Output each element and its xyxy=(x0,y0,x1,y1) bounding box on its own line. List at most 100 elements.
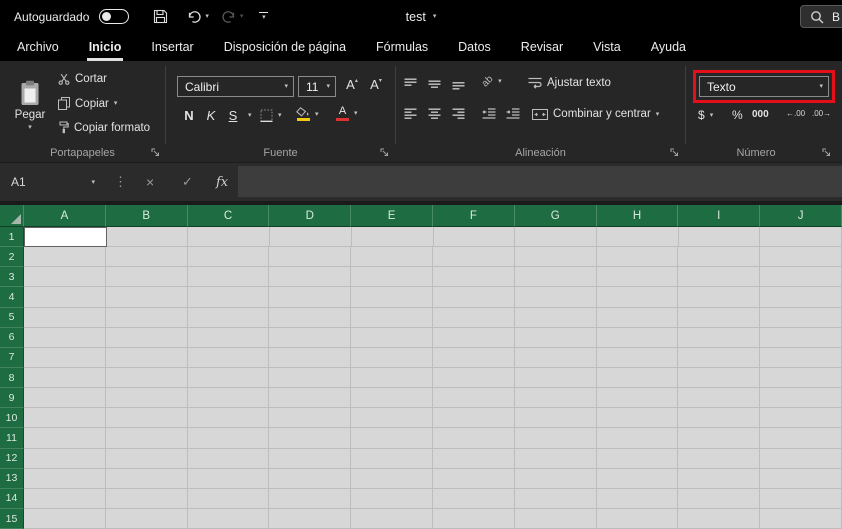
row-header-10[interactable]: 10 xyxy=(0,408,24,429)
cell-I8[interactable] xyxy=(678,367,761,389)
enter-button[interactable]: ✓ xyxy=(182,163,193,201)
cell-A3[interactable] xyxy=(24,267,106,288)
cell-I9[interactable] xyxy=(678,388,761,409)
column-header-E[interactable]: E xyxy=(351,205,433,227)
cell-C3[interactable] xyxy=(187,267,270,288)
align-bottom-button[interactable] xyxy=(452,78,465,90)
cell-J15[interactable] xyxy=(760,508,842,529)
cell-E7[interactable] xyxy=(351,347,433,368)
cell-E10[interactable] xyxy=(351,408,433,429)
borders-button[interactable] xyxy=(260,109,282,122)
cell-G13[interactable] xyxy=(514,468,597,489)
align-top-button[interactable] xyxy=(404,78,417,90)
row-header-2[interactable]: 2 xyxy=(0,247,24,268)
row-header-9[interactable]: 9 xyxy=(0,388,24,409)
cell-F7[interactable] xyxy=(432,347,515,368)
number-format-combobox[interactable]: Texto xyxy=(699,76,829,97)
wrap-text-button[interactable]: Ajustar texto xyxy=(528,77,611,89)
cell-F4[interactable] xyxy=(432,287,515,308)
cell-H11[interactable] xyxy=(596,428,679,449)
cell-D8[interactable] xyxy=(269,367,352,389)
cell-H6[interactable] xyxy=(596,327,679,348)
tab-datos[interactable]: Datos xyxy=(446,33,503,61)
tab-vista[interactable]: Vista xyxy=(581,33,633,61)
search-box[interactable]: B xyxy=(800,5,842,28)
redo-button[interactable] xyxy=(221,10,244,24)
cell-A12[interactable] xyxy=(24,448,106,469)
row-header-7[interactable]: 7 xyxy=(0,347,24,368)
cell-D5[interactable] xyxy=(269,307,352,328)
cell-D9[interactable] xyxy=(269,388,352,409)
cell-F10[interactable] xyxy=(432,408,515,429)
cell-D3[interactable] xyxy=(269,267,352,288)
tab-disposicion-de-pagina[interactable]: Disposición de página xyxy=(212,33,358,61)
cell-E5[interactable] xyxy=(351,307,433,328)
cell-H13[interactable] xyxy=(596,468,679,489)
cell-H4[interactable] xyxy=(596,287,679,308)
decrease-font-size-button[interactable]: A▾ xyxy=(366,77,386,92)
cell-I12[interactable] xyxy=(678,448,761,469)
cell-E13[interactable] xyxy=(351,468,433,489)
cell-B13[interactable] xyxy=(105,468,188,489)
cell-B1[interactable] xyxy=(106,227,189,248)
cancel-button[interactable]: × xyxy=(146,163,154,201)
row-header-1[interactable]: 1 xyxy=(0,227,24,248)
cell-I10[interactable] xyxy=(678,408,761,429)
column-header-A[interactable]: A xyxy=(24,205,106,227)
cell-H12[interactable] xyxy=(596,448,679,469)
cell-J14[interactable] xyxy=(760,488,842,509)
cell-I11[interactable] xyxy=(678,428,761,449)
cell-H8[interactable] xyxy=(596,367,679,389)
increase-indent-button[interactable] xyxy=(506,108,520,119)
font-size-combobox[interactable]: 11 xyxy=(298,76,336,97)
row-header-3[interactable]: 3 xyxy=(0,267,24,288)
decrease-indent-button[interactable] xyxy=(482,108,496,119)
cell-B6[interactable] xyxy=(105,327,188,348)
select-all-corner[interactable] xyxy=(0,205,24,227)
decrease-decimal-button[interactable]: .00→ xyxy=(812,109,831,118)
cell-F9[interactable] xyxy=(432,388,515,409)
cell-I1[interactable] xyxy=(678,227,761,248)
cell-E1[interactable] xyxy=(351,227,434,248)
tab-revisar[interactable]: Revisar xyxy=(509,33,575,61)
cell-G14[interactable] xyxy=(514,488,597,509)
undo-dropdown-icon[interactable] xyxy=(205,13,209,20)
cell-J1[interactable] xyxy=(760,227,842,248)
cell-A5[interactable] xyxy=(24,307,106,328)
customize-quick-access-button[interactable] xyxy=(259,12,269,21)
column-header-I[interactable]: I xyxy=(678,205,761,227)
cell-E6[interactable] xyxy=(351,327,433,348)
cell-F11[interactable] xyxy=(432,428,515,449)
cell-H7[interactable] xyxy=(596,347,679,368)
cell-B4[interactable] xyxy=(105,287,188,308)
cell-F2[interactable] xyxy=(432,247,515,268)
column-header-C[interactable]: C xyxy=(187,205,270,227)
cell-B8[interactable] xyxy=(105,367,188,389)
cell-F5[interactable] xyxy=(432,307,515,328)
font-dialog-launcher[interactable] xyxy=(380,148,391,159)
cell-F15[interactable] xyxy=(432,508,515,529)
cell-C8[interactable] xyxy=(187,367,270,389)
cell-D13[interactable] xyxy=(269,468,352,489)
font-family-combobox[interactable]: Calibri xyxy=(177,76,294,97)
cell-I5[interactable] xyxy=(678,307,761,328)
cell-A14[interactable] xyxy=(24,488,106,509)
cell-E8[interactable] xyxy=(351,367,433,389)
autosave-toggle[interactable] xyxy=(99,9,130,24)
cell-H5[interactable] xyxy=(596,307,679,328)
cell-C9[interactable] xyxy=(187,388,270,409)
cell-C14[interactable] xyxy=(187,488,270,509)
cell-B5[interactable] xyxy=(105,307,188,328)
cell-G2[interactable] xyxy=(514,247,597,268)
cell-J5[interactable] xyxy=(760,307,842,328)
cell-J9[interactable] xyxy=(760,388,842,409)
cell-G5[interactable] xyxy=(514,307,597,328)
cell-F3[interactable] xyxy=(432,267,515,288)
alignment-dialog-launcher[interactable] xyxy=(670,148,681,159)
cell-D14[interactable] xyxy=(269,488,352,509)
tab-archivo[interactable]: Archivo xyxy=(5,33,71,61)
cell-G3[interactable] xyxy=(514,267,597,288)
comma-format-button[interactable]: 000 xyxy=(752,109,769,120)
row-header-11[interactable]: 11 xyxy=(0,428,24,449)
copy-button[interactable]: Copiar xyxy=(58,97,117,110)
